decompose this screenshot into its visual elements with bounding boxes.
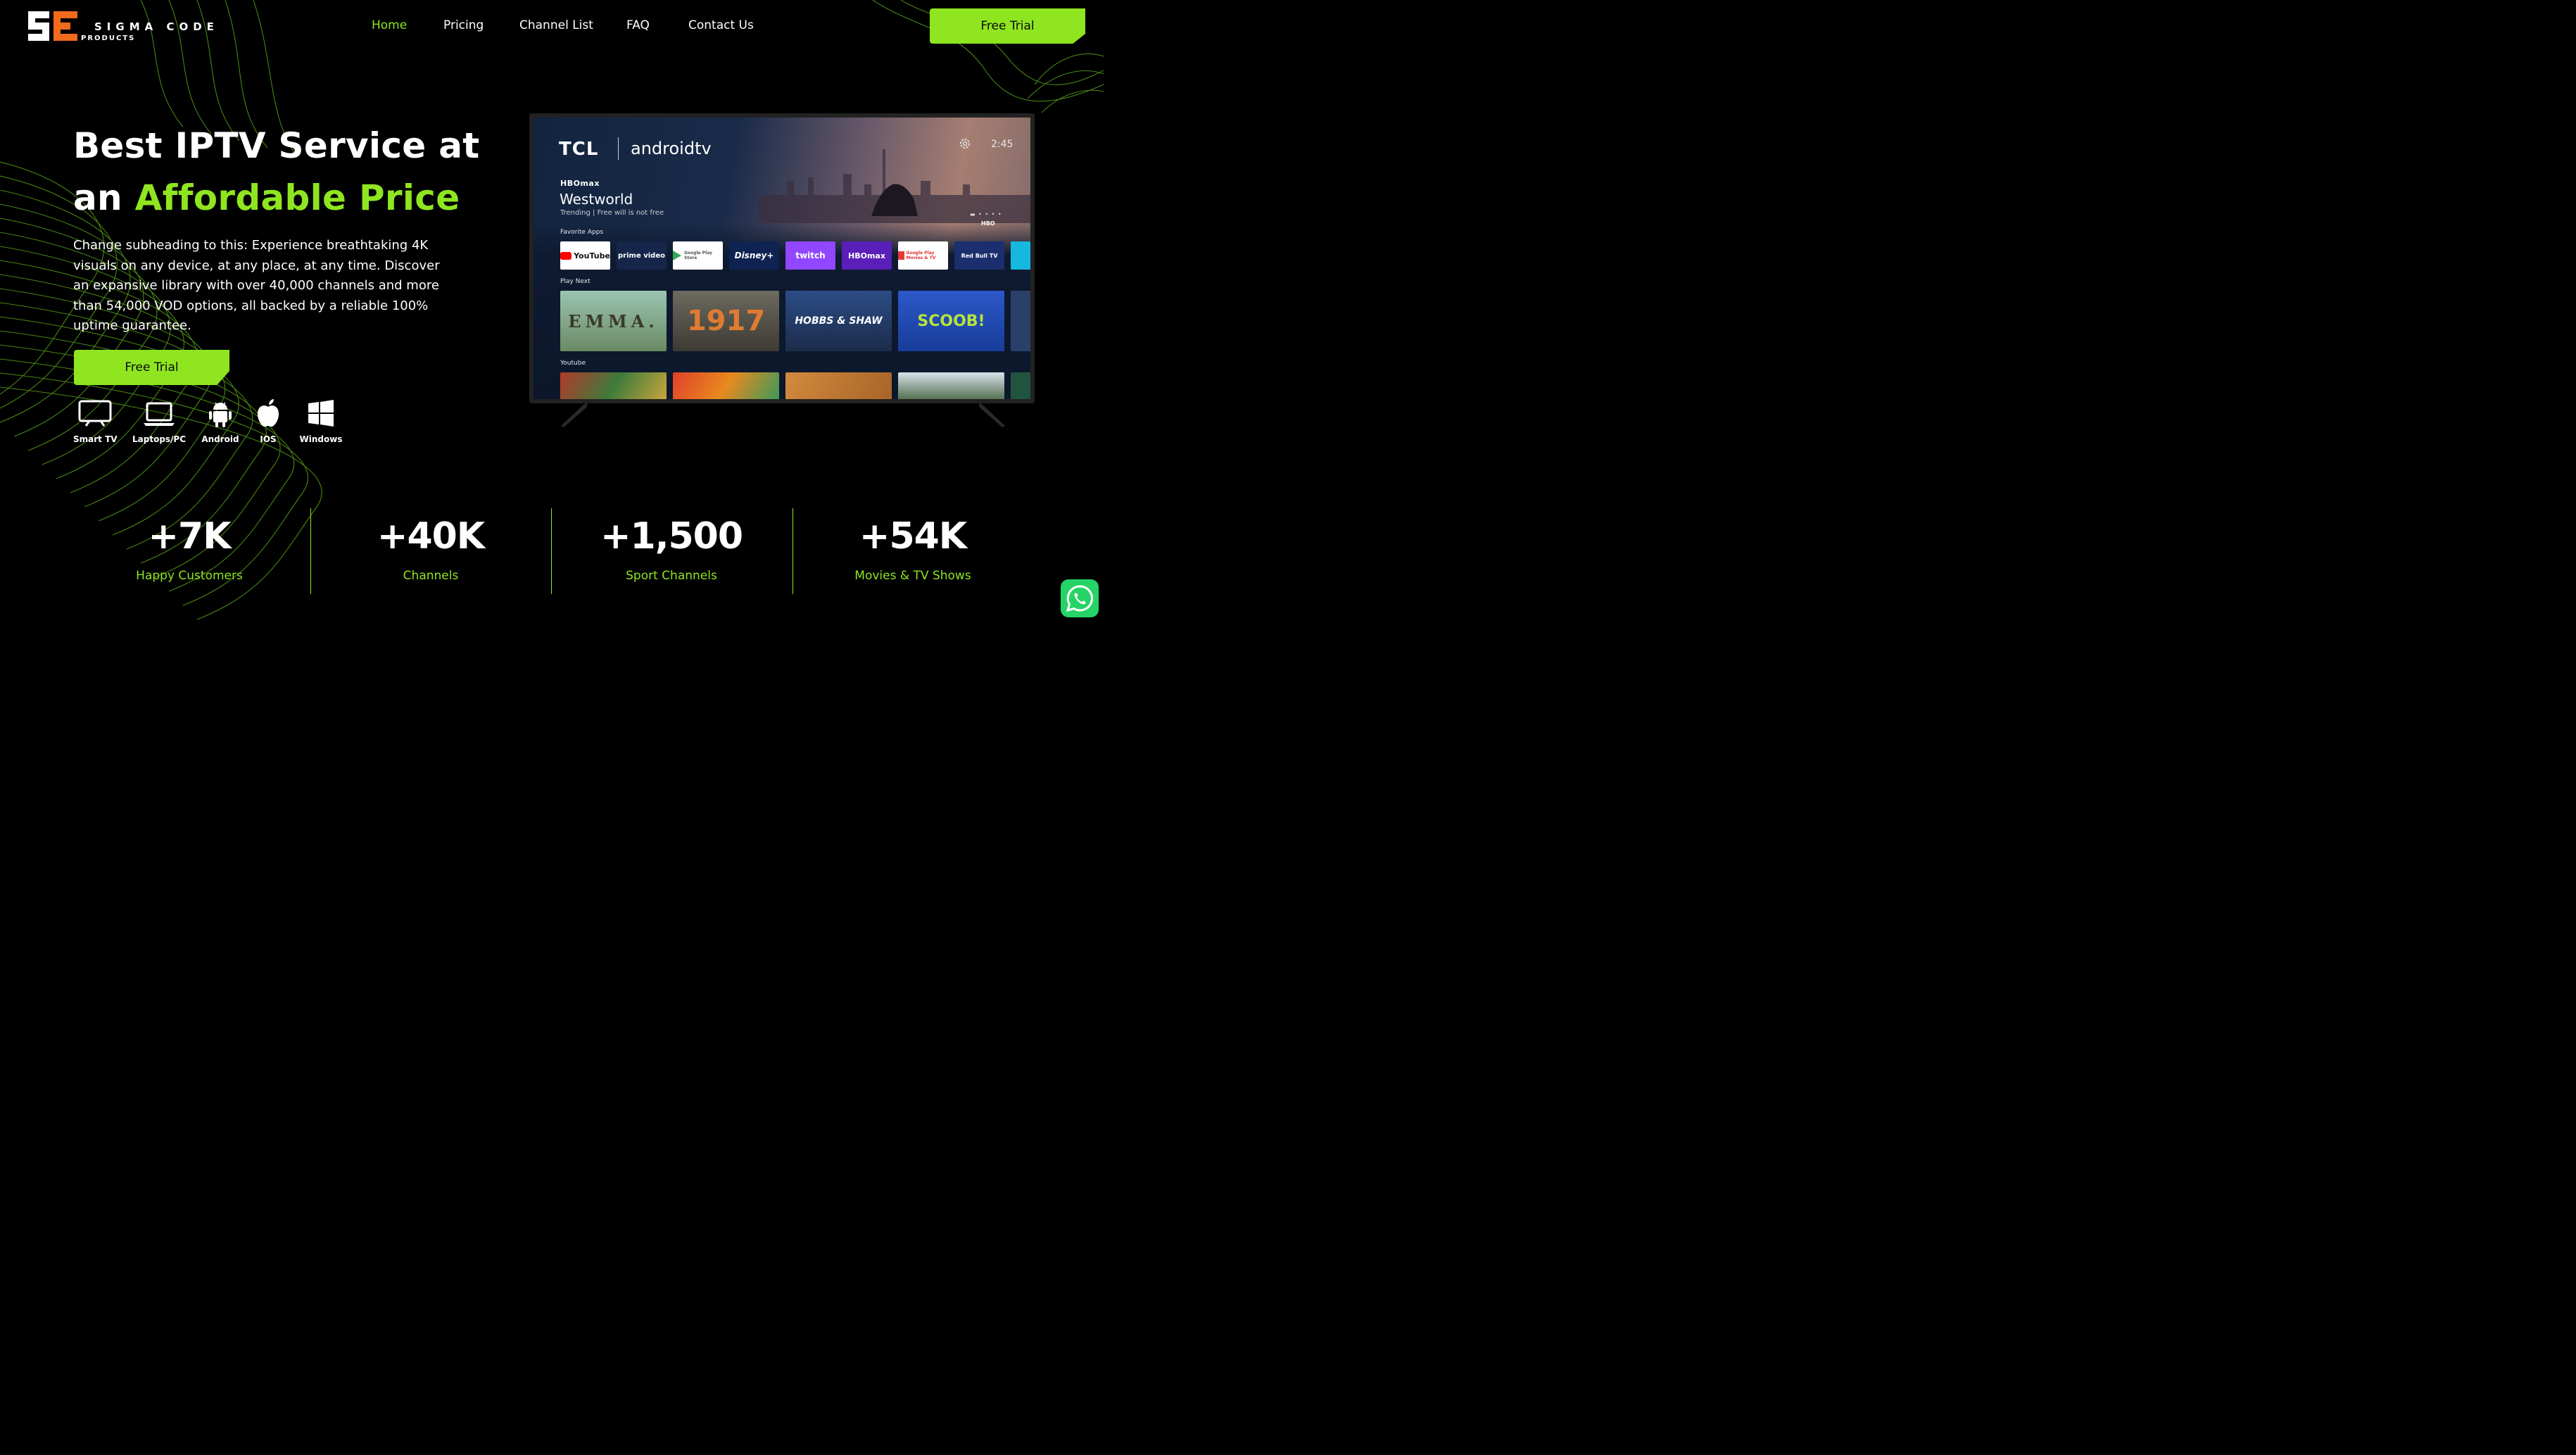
stat-value: +7K (148, 515, 231, 558)
header-free-trial-button[interactable]: Free Trial (930, 8, 1085, 44)
app-label: Google Play Store (684, 251, 712, 260)
app-partial (1011, 241, 1030, 270)
stat-value: +54K (859, 515, 967, 558)
app-google-play-movies: Google Play Movies & TV (898, 241, 948, 270)
brand-name: SIGMA CODE (94, 20, 219, 33)
windows-icon (298, 398, 343, 429)
nav-contact-us[interactable]: Contact Us (688, 18, 754, 32)
whatsapp-button[interactable] (1061, 579, 1099, 617)
device-label: Android (201, 434, 239, 444)
youtube-video-thumbnail (785, 372, 892, 399)
hero-description: Change subheading to this: Experience br… (73, 238, 440, 333)
stat-happy-customers: +7K Happy Customers (69, 508, 310, 594)
hero-free-trial-button[interactable]: Free Trial (74, 350, 229, 385)
play-next-row: EMMA. 1917 HOBBS & SHAW SCOOB! (560, 291, 1030, 351)
play-next-1917: 1917 (673, 291, 779, 351)
feature-subtitle: Trending | Free will is not free (560, 209, 664, 217)
stat-label: Sport Channels (626, 569, 717, 583)
device-smart-tv: Smart TV (73, 398, 118, 444)
tv-platform: androidtv (631, 139, 712, 158)
app-hbomax: HBOmax (842, 241, 892, 270)
play-next-partial (1011, 291, 1030, 351)
nav-channel-list[interactable]: Channel List (519, 18, 593, 32)
hero-title: Best IPTV Service at an Affordable Price (73, 120, 495, 224)
youtube-video-thumbnail (673, 372, 779, 399)
app-label: YouTube (574, 251, 610, 260)
brand-subtitle: PRODUCTS (81, 34, 136, 42)
favorite-apps-label: Favorite Apps (560, 229, 604, 236)
youtube-video-thumbnail (1011, 372, 1030, 399)
youtube-row (560, 372, 1030, 399)
nav-home[interactable]: Home (372, 18, 407, 32)
app-label: Google Play Movies & TV (906, 251, 936, 260)
stat-label: Movies & TV Shows (854, 569, 971, 583)
logo-mark-icon (28, 11, 77, 41)
stat-sport-channels: +1,500 Sport Channels (551, 508, 792, 594)
app-google-play-store: Google Play Store (673, 241, 723, 270)
play-next-emma: EMMA. (560, 291, 667, 351)
tv-brand-divider (618, 137, 619, 160)
supported-devices: Smart TV Laptops/PC Android IOS Windows (73, 398, 355, 448)
brand-logo[interactable]: SIGMA CODE PRODUCTS (25, 8, 214, 45)
device-laptop: Laptops/PC (132, 398, 186, 444)
stats-section: +7K Happy Customers +40K Channels +1,500… (69, 508, 1035, 594)
youtube-video-thumbnail (898, 372, 1004, 399)
gear-icon (960, 139, 970, 149)
feature-service: HBOmax (560, 179, 600, 188)
nav-faq[interactable]: FAQ (626, 18, 650, 32)
whatsapp-icon (1066, 585, 1093, 612)
device-label: IOS (260, 434, 277, 444)
tv-stand-right (978, 402, 1005, 427)
app-youtube: YouTube (560, 241, 610, 270)
android-icon (201, 398, 239, 429)
hero-title-line2-plain: an (73, 177, 135, 218)
youtube-video-thumbnail (560, 372, 667, 399)
nav-pricing[interactable]: Pricing (443, 18, 484, 32)
page: SIGMA CODE PRODUCTS Home Pricing Channel… (0, 0, 1104, 624)
tv-screen: TCL androidtv 2:45 HBOmax Westworld Tren… (533, 118, 1030, 399)
app-twitch: twitch (785, 241, 835, 270)
stat-movies-tv-shows: +54K Movies & TV Shows (793, 508, 1033, 594)
play-next-hobbs-shaw: HOBBS & SHAW (785, 291, 892, 351)
carousel-dots: ▬ • • • • (970, 211, 1002, 218)
app-disney-plus: Disney+ (729, 241, 779, 270)
feature-badge: HBO (981, 220, 995, 227)
app-prime-video: prime video (617, 241, 667, 270)
play-next-label: Play Next (560, 278, 591, 285)
laptop-icon (132, 398, 186, 429)
hero-title-accent: Affordable Price (134, 177, 460, 218)
play-next-scoob: SCOOB! (898, 291, 1004, 351)
tv-image: TCL androidtv 2:45 HBOmax Westworld Tren… (529, 113, 1035, 403)
stat-value: +1,500 (600, 515, 743, 558)
device-label: Smart TV (73, 434, 118, 444)
tv-icon (73, 398, 117, 429)
apple-icon (255, 398, 282, 429)
stat-label: Channels (403, 569, 459, 583)
stat-value: +40K (377, 515, 485, 558)
stat-label: Happy Customers (136, 569, 243, 583)
device-android: Android (201, 398, 239, 444)
device-windows: Windows (298, 398, 343, 444)
tv-stand-left (561, 402, 588, 427)
device-ios: IOS (255, 398, 282, 444)
tv-brand: TCL (559, 139, 599, 160)
youtube-label: Youtube (560, 360, 586, 367)
stat-channels: +40K Channels (310, 508, 551, 594)
favorite-apps-row: YouTube prime video Google Play Store Di… (560, 241, 1030, 270)
app-red-bull-tv: Red Bull TV (954, 241, 1004, 270)
device-label: Windows (299, 434, 343, 444)
feature-title: Westworld (560, 191, 633, 208)
device-label: Laptops/PC (132, 434, 187, 444)
tv-clock: 2:45 (991, 139, 1014, 150)
hero-title-line1: Best IPTV Service at (73, 125, 480, 166)
